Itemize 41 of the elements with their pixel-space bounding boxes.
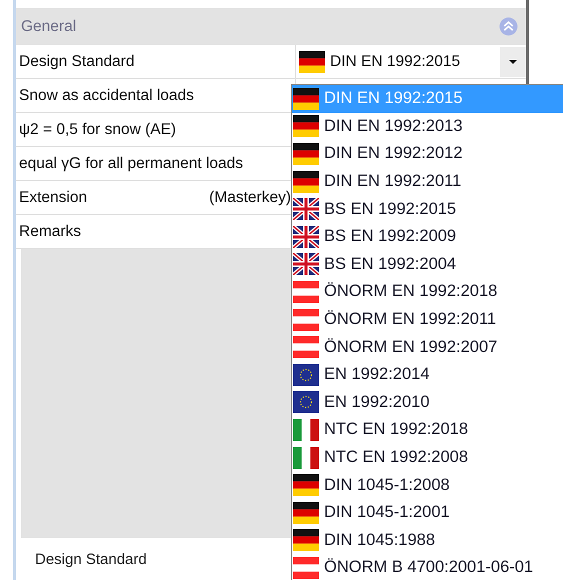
property-label: Extension [19,188,88,206]
dropdown-option[interactable]: BS EN 1992:2004 [292,250,563,278]
dropdown-option[interactable]: DIN 1045-1:2008 [292,471,563,499]
property-note: (Masterkey) [209,188,291,206]
dropdown-option[interactable]: EN 1992:2014 [292,360,563,389]
dropdown-option[interactable]: BS EN 1992:2009 [292,222,563,251]
flag-icon [293,529,319,552]
property-label: ψ2 = 0,5 for snow (AE) [19,120,176,138]
collapse-icon[interactable] [499,17,518,36]
flag-icon [293,474,319,496]
section-title: General [21,18,76,36]
flag-icon [293,88,319,110]
caret-icon [509,60,517,64]
dropdown-option[interactable]: ÖNORM EN 1992:2011 [292,306,563,334]
flag-icon [293,446,319,469]
dropdown-option[interactable]: DIN EN 1992:2013 [292,112,563,140]
flag-icon [293,170,319,193]
property-label: Design Standard [19,52,134,70]
dropdown-option[interactable]: DIN 1045:1988 [292,526,563,554]
property-label: Snow as accidental loads [19,86,194,104]
dropdown-option[interactable]: NTC EN 1992:2008 [292,444,563,472]
dropdown-option[interactable]: NTC EN 1992:2018 [292,416,563,444]
dropdown-option[interactable]: ÖNORM B 4700:2001-06-01 [292,554,563,580]
dropdown-option[interactable]: DIN EN 1992:2011 [292,168,563,196]
dropdown-option[interactable]: ÖNORM EN 1992:2018 [292,278,563,306]
flag-icon [293,364,319,386]
dropdown-option[interactable]: EN 1992:2010 [292,388,563,416]
flag-icon [299,50,325,72]
flag-icon [293,115,319,138]
standard-dropdown[interactable]: DIN EN 1992:2015 [299,46,526,76]
flag-icon [293,391,319,414]
dropdown-option[interactable]: BS EN 1992:2015 [292,195,563,223]
description-title: Design Standard [35,550,147,568]
dropdown-option[interactable]: DIN EN 1992:2012 [292,140,563,168]
flag-icon [293,502,319,524]
dropdown-option[interactable]: DIN 1045-1:2001 [292,498,563,526]
property-label: equal γG for all permanent loads [19,154,244,172]
property-label: Remarks [19,222,82,240]
flag-icon [293,418,319,441]
flag-icon [293,142,319,165]
dropdown-option[interactable]: ÖNORM EN 1992:2007 [292,333,563,361]
